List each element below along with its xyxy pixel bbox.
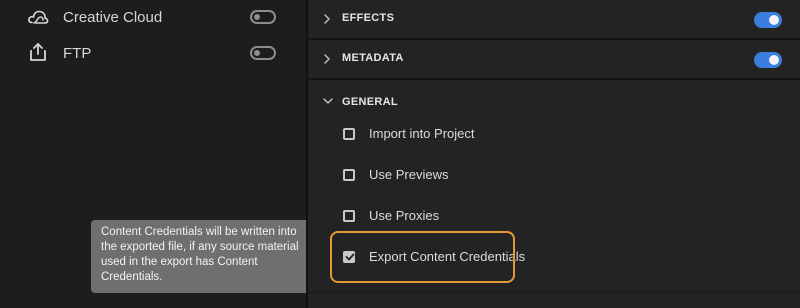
destination-label: Creative Cloud	[63, 9, 163, 26]
tooltip-line: the exported file, if any source materia…	[101, 241, 299, 253]
section-effects[interactable]: EFFECTS	[308, 0, 800, 40]
chevron-down-icon[interactable]	[322, 95, 334, 107]
section-title: EFFECTS	[342, 12, 395, 24]
content-credentials-tooltip: Content Credentials will be written into…	[91, 220, 314, 293]
tooltip-line: used in the export has Content	[101, 256, 258, 268]
ftp-toggle[interactable]	[250, 46, 276, 60]
tooltip-line: Credentials.	[101, 271, 163, 283]
metadata-toggle[interactable]	[754, 52, 782, 68]
import-into-project-checkbox[interactable]	[343, 128, 355, 140]
upload-icon	[26, 40, 50, 64]
destination-creative-cloud[interactable]: Creative Cloud	[0, 0, 306, 34]
section-metadata[interactable]: METADATA	[308, 40, 800, 80]
option-import-into-project[interactable]: Import into Project	[308, 119, 800, 149]
export-settings-window: Creative Cloud FTP Content Credentials w…	[0, 0, 800, 308]
chevron-right-icon[interactable]	[321, 53, 333, 65]
destinations-pane: Creative Cloud FTP Content Credentials w…	[0, 0, 320, 308]
destination-ftp[interactable]: FTP	[0, 36, 306, 70]
divider	[308, 292, 800, 293]
creative-cloud-icon	[26, 5, 50, 29]
settings-pane: EFFECTS METADATA GENERAL Import into Pro…	[308, 0, 800, 308]
option-label: Use Proxies	[369, 208, 440, 223]
option-label: Use Previews	[369, 167, 449, 182]
destination-label: FTP	[63, 45, 92, 62]
option-use-proxies[interactable]: Use Proxies	[308, 201, 800, 231]
option-use-previews[interactable]: Use Previews	[308, 160, 800, 190]
use-proxies-checkbox[interactable]	[343, 210, 355, 222]
chevron-right-icon[interactable]	[321, 13, 333, 25]
option-label: Import into Project	[369, 126, 475, 141]
section-title: METADATA	[342, 52, 404, 64]
effects-toggle[interactable]	[754, 12, 782, 28]
tooltip-line: Content Credentials will be written into	[101, 226, 297, 238]
section-title-general[interactable]: GENERAL	[342, 96, 398, 108]
creative-cloud-toggle[interactable]	[250, 10, 276, 24]
use-previews-checkbox[interactable]	[343, 169, 355, 181]
highlight-callout	[330, 231, 515, 283]
